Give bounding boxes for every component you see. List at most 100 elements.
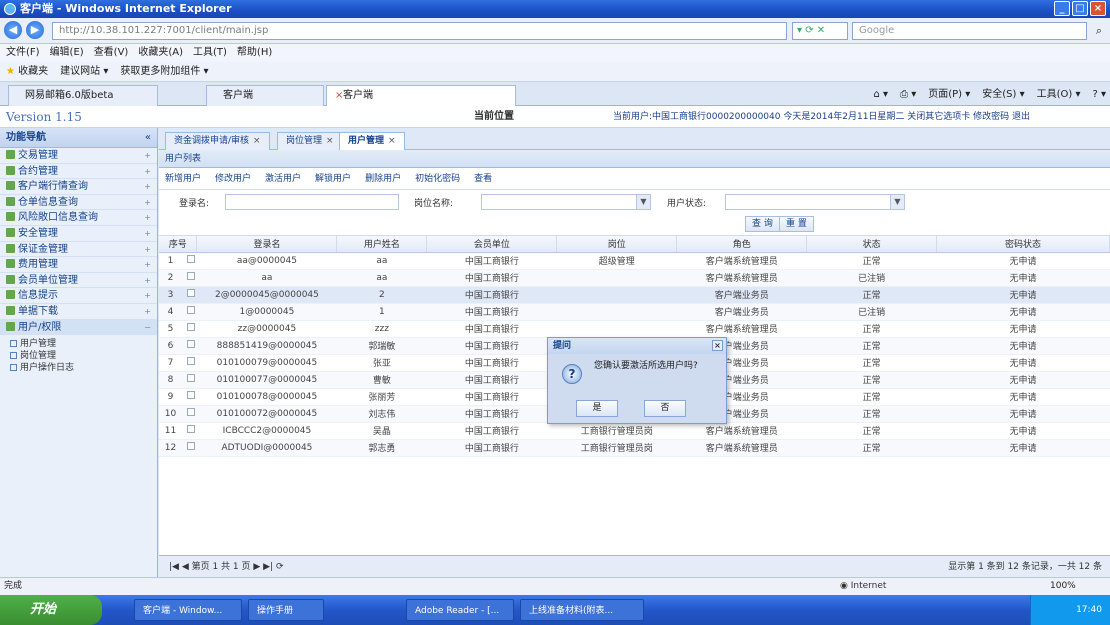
toolbar-button[interactable]: 解锁用户 xyxy=(315,168,351,189)
column-header[interactable]: 密码状态 xyxy=(936,236,1110,253)
sidebar-item[interactable]: 安全管理 + xyxy=(0,226,157,242)
checkbox[interactable] xyxy=(186,391,195,399)
status-select[interactable]: ▼ xyxy=(725,194,905,210)
favorites-button[interactable]: ★ 收藏夹 xyxy=(6,62,48,81)
row-checkbox-cell[interactable] xyxy=(184,422,197,440)
column-header[interactable]: 岗位 xyxy=(556,236,678,253)
sidebar-item[interactable]: 交易管理 + xyxy=(0,148,157,164)
safety-menu[interactable]: 安全(S) ▾ xyxy=(982,85,1024,105)
sidebar-item[interactable]: 单据下载 + xyxy=(0,304,157,320)
yes-button[interactable]: 是 xyxy=(576,400,618,417)
column-header[interactable]: 状态 xyxy=(806,236,938,253)
table-row[interactable]: 4 1@0000045 1 中国工商银行 客户端业务员 已注销 无申请 xyxy=(159,303,1110,321)
no-button[interactable]: 否 xyxy=(644,400,686,417)
browser-tab-mail[interactable]: 网易邮箱6.0版beta xyxy=(8,85,158,106)
addons-link[interactable]: 获取更多附加组件 ▾ xyxy=(120,62,208,81)
toolbar-button[interactable]: 新增用户 xyxy=(165,168,201,189)
menu-item[interactable]: 收藏夹(A) xyxy=(138,44,183,62)
toolbar-button[interactable]: 修改用户 xyxy=(215,168,251,189)
tab-user-management[interactable]: 用户管理 × xyxy=(339,132,405,150)
back-icon[interactable]: ◀ xyxy=(4,21,22,39)
sidebar-item[interactable]: 客户端行情查询 + xyxy=(0,179,157,195)
row-checkbox-cell[interactable] xyxy=(184,337,197,355)
tab-fund-transfer[interactable]: 资金调拨申请/审核 × xyxy=(165,132,270,150)
sidebar-item[interactable]: 费用管理 + xyxy=(0,257,157,273)
url-input[interactable]: http://10.38.101.227:7001/client/main.js… xyxy=(52,22,787,40)
row-checkbox-cell[interactable] xyxy=(184,286,197,304)
toolbar-button[interactable]: 初始化密码 xyxy=(415,168,460,189)
search-input[interactable]: Google xyxy=(852,22,1087,40)
search-button[interactable]: 查 询 xyxy=(745,216,780,232)
row-checkbox-cell[interactable] xyxy=(184,303,197,321)
row-checkbox-cell[interactable] xyxy=(184,269,197,287)
login-input[interactable] xyxy=(225,194,399,210)
row-checkbox-cell[interactable] xyxy=(184,371,197,389)
column-header[interactable]: 序号 xyxy=(159,236,198,253)
table-row[interactable]: 2 aa aa 中国工商银行 客户端系统管理员 已注销 无申请 xyxy=(159,269,1110,287)
row-checkbox-cell[interactable] xyxy=(184,354,197,372)
table-row[interactable]: 5 zz@0000045 zzz 中国工商银行 客户端系统管理员 正常 无申请 xyxy=(159,320,1110,338)
tab-post-management[interactable]: 岗位管理 × xyxy=(277,132,343,150)
menu-item[interactable]: 查看(V) xyxy=(94,44,129,62)
row-checkbox-cell[interactable] xyxy=(184,320,197,338)
search-icon[interactable]: ⌕ xyxy=(1090,22,1108,40)
maximize-icon[interactable]: □ xyxy=(1072,1,1088,16)
checkbox[interactable] xyxy=(186,425,195,433)
menu-item[interactable]: 编辑(E) xyxy=(50,44,84,62)
close-icon[interactable]: × xyxy=(712,340,723,351)
sidebar-item[interactable]: 保证金管理 + xyxy=(0,242,157,258)
forward-icon[interactable]: ▶ xyxy=(26,21,44,39)
browser-tab-client-2[interactable]: 客户端 × xyxy=(326,85,516,106)
toolbar-button[interactable]: 查看 xyxy=(474,168,492,189)
sidebar-subitem[interactable]: 用户操作日志 xyxy=(0,362,157,374)
column-header[interactable]: 登录名 xyxy=(196,236,338,253)
checkbox[interactable] xyxy=(186,408,195,416)
close-tab-icon[interactable]: × xyxy=(335,86,343,106)
table-row[interactable]: 1 aa@0000045 aa 中国工商银行 超级管理 客户端系统管理员 正常 无申请 xyxy=(159,252,1110,270)
tools-menu[interactable]: 工具(O) ▾ xyxy=(1037,85,1081,105)
table-row[interactable]: 3 2@0000045@0000045 2 中国工商银行 客户端业务员 正常 无申请 xyxy=(159,286,1110,304)
toolbar-button[interactable]: 激活用户 xyxy=(265,168,301,189)
menu-item[interactable]: 工具(T) xyxy=(193,44,227,62)
start-button[interactable]: 开始 xyxy=(0,595,102,625)
refresh-stop-icons[interactable]: ▾ ⟳ ✕ xyxy=(792,22,848,40)
task-ie[interactable]: 客户端 - Window... xyxy=(134,599,242,621)
pager-controls[interactable]: |◀ ◀ 第页 1 共 1 页 ▶ ▶| ⟳ xyxy=(169,562,284,572)
sidebar-item[interactable]: 信息提示 + xyxy=(0,288,157,304)
row-checkbox-cell[interactable] xyxy=(184,405,197,423)
checkbox[interactable] xyxy=(186,289,195,297)
post-select[interactable]: ▼ xyxy=(481,194,651,210)
checkbox[interactable] xyxy=(186,442,195,450)
checkbox[interactable] xyxy=(186,323,195,331)
toolbar-button[interactable]: 删除用户 xyxy=(365,168,401,189)
table-row[interactable]: 11 ICBCCC2@0000045 吴晶 中国工商银行 工商银行管理员岗 客户端系统管理… xyxy=(159,422,1110,440)
row-checkbox-cell[interactable] xyxy=(184,252,197,270)
checkbox[interactable] xyxy=(186,357,195,365)
checkbox[interactable] xyxy=(186,340,195,348)
menu-item[interactable]: 文件(F) xyxy=(6,44,40,62)
user-info[interactable]: 当前用户:中国工商银行0000200000040 今天是2014年2月11日星期… xyxy=(613,106,1030,128)
home-icon[interactable]: ⌂ ▾ xyxy=(873,85,888,105)
row-checkbox-cell[interactable] xyxy=(184,388,197,406)
column-header[interactable]: 用户姓名 xyxy=(336,236,428,253)
print-icon[interactable]: ⎙ ▾ xyxy=(900,85,916,105)
sidebar-item[interactable]: 用户/权限 − xyxy=(0,319,157,336)
table-row[interactable]: 12 ADTUODI@0000045 郭志勇 中国工商银行 工商银行管理员岗 客户端系统管… xyxy=(159,439,1110,457)
column-header[interactable]: 会员单位 xyxy=(426,236,558,253)
sidebar-item[interactable]: 合约管理 + xyxy=(0,164,157,180)
checkbox[interactable] xyxy=(186,272,195,280)
column-header[interactable]: 角色 xyxy=(676,236,808,253)
row-checkbox-cell[interactable] xyxy=(184,439,197,457)
page-menu[interactable]: 页面(P) ▾ xyxy=(928,85,970,105)
reset-button[interactable]: 重 置 xyxy=(779,216,814,232)
sidebar-item[interactable]: 风险敞口信息查询 + xyxy=(0,210,157,226)
menu-item[interactable]: 帮助(H) xyxy=(237,44,272,62)
checkbox[interactable] xyxy=(186,374,195,382)
close-icon[interactable]: × xyxy=(1090,1,1106,16)
task-materials[interactable]: 上线准备材料(附表... xyxy=(520,599,644,621)
sidebar-subitem[interactable]: 用户管理 xyxy=(0,338,157,350)
help-icon[interactable]: ? ▾ xyxy=(1092,85,1106,105)
sidebar-item[interactable]: 会员单位管理 + xyxy=(0,273,157,289)
checkbox[interactable] xyxy=(186,306,195,314)
sidebar-subitem[interactable]: 岗位管理 xyxy=(0,350,157,362)
